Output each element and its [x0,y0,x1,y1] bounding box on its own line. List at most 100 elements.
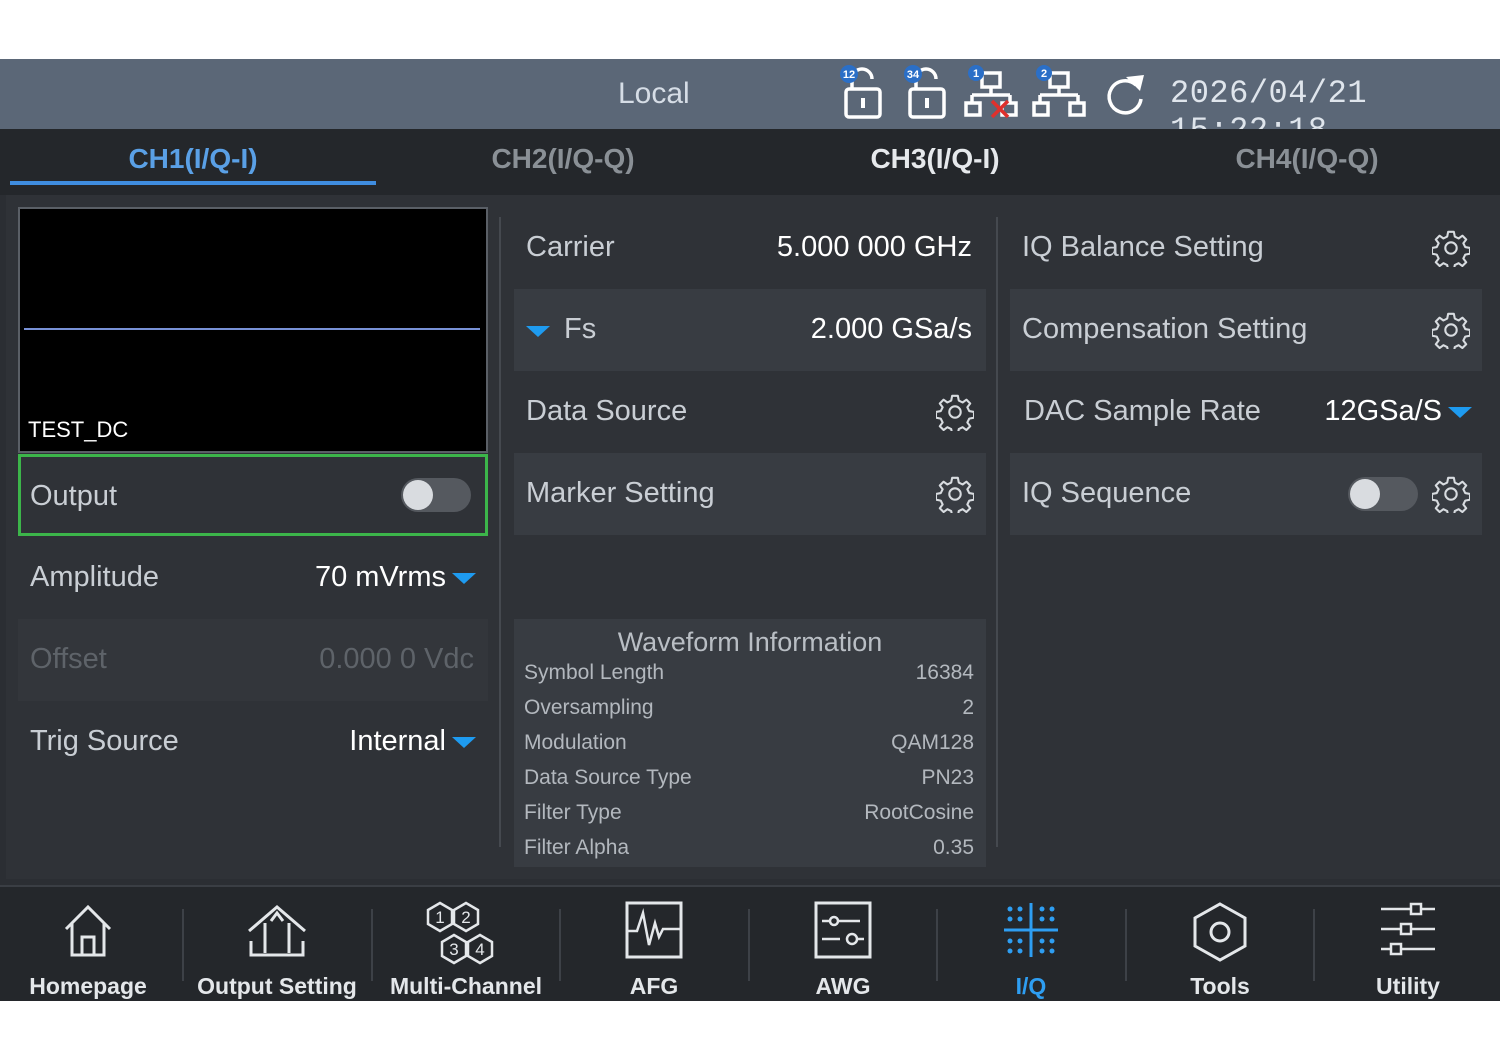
output-toggle-knob [403,480,433,510]
fs-expand-icon[interactable] [526,326,550,337]
info-value: RootCosine [864,801,974,824]
info-key: Filter Alpha [524,836,630,859]
output-toggle[interactable] [401,478,471,512]
info-key: Modulation [524,731,627,754]
tab-ch4[interactable]: CH4(I/Q-Q) [1122,129,1492,195]
info-value: QAM128 [891,731,974,754]
compensation-row[interactable]: Compensation Setting [1010,289,1482,371]
info-value: 2 [962,696,974,719]
info-key: Oversampling [524,696,654,719]
awg-icon [814,901,872,959]
trig-source-dropdown-icon[interactable] [452,736,476,748]
nav-label: Output Setting [197,973,357,999]
network-1-disconnected-icon[interactable]: 1 [962,65,1020,123]
output-label: Output [30,480,118,512]
tab-ch2[interactable]: CH2(I/Q-Q) [378,129,748,195]
refresh-icon[interactable] [1100,69,1150,119]
fs-row[interactable]: Fs 2.000 GSa/s [514,289,986,371]
iq-balance-gear-icon[interactable] [1432,229,1470,267]
output-row[interactable]: Output [18,454,488,536]
iq-sequence-toggle[interactable] [1348,477,1418,511]
fs-value: 2.000 GSa/s [810,313,972,345]
marker-setting-row[interactable]: Marker Setting [514,453,986,535]
data-source-gear-icon[interactable] [936,393,974,431]
offset-label: Offset [30,643,107,675]
iq-sequence-row[interactable]: IQ Sequence [1010,453,1482,535]
offset-value: 0.000 0 Vdc [319,643,474,675]
bottom-nav-bar: Homepage Output Setting 1 2 3 4 Multi-Ch… [0,885,1500,1001]
nav-label: I/Q [1015,973,1047,999]
instrument-screen: Local 12 34 1 2 2026/04/21 CH1(I/Q-I) CH… [0,59,1500,1001]
offset-row: Offset 0.000 0 Vdc [18,619,488,701]
tab-ch3[interactable]: CH3(I/Q-I) [750,129,1120,195]
amplitude-dropdown-icon[interactable] [452,572,476,584]
compensation-label: Compensation Setting [1022,313,1308,345]
svg-text:4: 4 [475,940,484,959]
amplitude-label: Amplitude [30,561,159,593]
waveform-information-panel: Waveform Information Symbol Length 16384 … [514,619,986,867]
nav-afg[interactable]: AFG [560,887,748,1001]
trig-source-row[interactable]: Trig Source Internal [18,701,488,783]
info-key: Filter Type [524,801,622,824]
column-divider-right [996,217,998,847]
network-2-icon[interactable]: 2 [1030,65,1088,123]
remote-mode-label: Local [618,77,690,110]
data-source-label: Data Source [526,395,688,427]
dac-sample-rate-value: 12GSa/S [1324,395,1442,427]
channel-tabs: CH1(I/Q-I) CH2(I/Q-Q) CH3(I/Q-I) CH4(I/Q… [0,129,1500,195]
info-row-symbol-length: Symbol Length 16384 [524,661,974,691]
fs-label: Fs [564,313,597,345]
active-tab-underline [10,181,376,185]
iq-sequence-gear-icon[interactable] [1432,475,1470,513]
svg-text:1: 1 [435,908,444,927]
trig-source-value: Internal [349,725,446,757]
info-row-oversampling: Oversampling 2 [524,696,974,726]
dac-sample-rate-row[interactable]: DAC Sample Rate 12GSa/S [1010,371,1482,453]
compensation-gear-icon[interactable] [1432,311,1470,349]
nav-iq[interactable]: I/Q [937,887,1125,1001]
iq-sequence-label: IQ Sequence [1022,477,1192,509]
iq-balance-row[interactable]: IQ Balance Setting [1010,207,1482,289]
waveform-preview: TEST_DC [18,207,488,453]
info-value: 16384 [915,661,974,684]
tab-ch1[interactable]: CH1(I/Q-I) [8,129,378,195]
amplitude-row[interactable]: Amplitude 70 mVrms [18,537,488,619]
carrier-value: 5.000 000 GHz [776,231,972,263]
carrier-label: Carrier [526,231,615,263]
lock-ch34-icon[interactable]: 34 [900,65,952,123]
amplitude-value: 70 mVrms [314,561,446,593]
iq-balance-label: IQ Balance Setting [1022,231,1264,263]
info-value: 0.35 [933,836,974,859]
carrier-row[interactable]: Carrier 5.000 000 GHz [514,207,986,289]
info-row-data-source-type: Data Source Type PN23 [524,766,974,796]
output-setting-icon [248,905,306,957]
marker-setting-gear-icon[interactable] [936,475,974,513]
nav-utility[interactable]: Utility [1314,887,1500,1001]
dac-sample-rate-dropdown-icon[interactable] [1448,406,1472,418]
nav-output-setting[interactable]: Output Setting [183,887,371,1001]
info-row-filter-type: Filter Type RootCosine [524,801,974,831]
nav-multi-channel[interactable]: 1 2 3 4 Multi-Channel [372,887,560,1001]
info-row-filter-alpha: Filter Alpha 0.35 [524,836,974,866]
iq-icon [1004,903,1058,957]
svg-text:34: 34 [907,69,920,81]
nav-label: Homepage [29,973,147,999]
nav-tools[interactable]: Tools [1126,887,1314,1001]
nav-awg[interactable]: AWG [749,887,937,1001]
data-source-row[interactable]: Data Source [514,371,986,453]
iq-settings-content: TEST_DC Output Amplitude 70 mVrms Offset… [6,195,1500,879]
lock-ch12-icon[interactable]: 12 [836,65,888,123]
waveform-trace [24,328,480,330]
column-divider-left [499,217,501,847]
nav-homepage[interactable]: Homepage [0,887,182,1001]
dac-sample-rate-label: DAC Sample Rate [1024,395,1261,427]
nav-label: AWG [815,973,871,999]
info-key: Data Source Type [524,766,692,789]
nav-label: Utility [1376,973,1440,999]
iq-sequence-toggle-knob [1350,479,1380,509]
svg-text:2: 2 [1041,68,1047,80]
home-icon [64,904,112,957]
afg-icon [625,901,683,959]
svg-text:2: 2 [461,908,470,927]
status-bar: Local 12 34 1 2 2026/04/21 [0,59,1500,149]
